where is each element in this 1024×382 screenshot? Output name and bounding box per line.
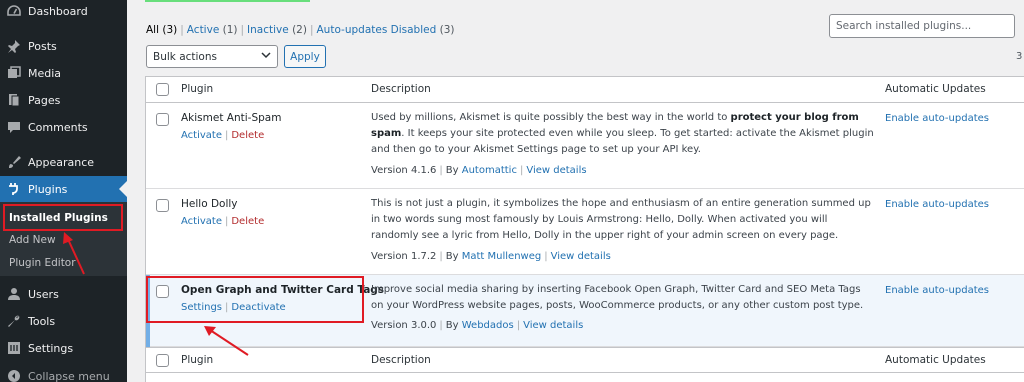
collapse-icon [6, 368, 22, 382]
annotation-box-installed-plugins [3, 204, 123, 231]
activate-link[interactable]: Activate [181, 130, 222, 141]
view-details-link[interactable]: View details [523, 320, 583, 331]
column-description: Description [371, 83, 431, 95]
menu-label: Pages [28, 93, 61, 107]
wrench-icon [6, 313, 22, 329]
menu-label: Settings [28, 341, 74, 355]
plugin-actions: Activate | Delete [181, 130, 265, 141]
items-count: 3 [1016, 51, 1023, 62]
table-row: Akismet Anti-Spam Activate | Delete Used b… [146, 103, 1024, 189]
submenu-plugin-editor[interactable]: Plugin Editor [9, 257, 76, 269]
column-plugin: Plugin [181, 83, 214, 95]
plugin-version: Version 4.1.6 | By Automattic | View details [371, 165, 587, 176]
pin-icon [6, 38, 22, 54]
menu-media[interactable]: Media [0, 60, 127, 86]
chevron-down-icon [261, 50, 271, 63]
annotation-box-plugin-settings [146, 276, 364, 323]
delete-link[interactable]: Delete [231, 130, 264, 141]
menu-users[interactable]: Users [0, 281, 127, 307]
view-details-link[interactable]: View details [526, 165, 586, 176]
author-link[interactable]: Matt Mullenweg [462, 251, 541, 262]
notice-border [145, 0, 310, 2]
menu-pages[interactable]: Pages [0, 87, 127, 113]
menu-label: Appearance [28, 155, 95, 169]
plugins-table: Plugin Description Automatic Updates Aki… [145, 76, 1024, 382]
media-icon [6, 65, 22, 81]
menu-label: Plugins [28, 182, 68, 196]
enable-auto-updates-link[interactable]: Enable auto-updates [885, 285, 989, 296]
submenu-add-new[interactable]: Add New [9, 234, 56, 246]
menu-label: Dashboard [28, 4, 88, 18]
menu-label: Media [28, 66, 62, 80]
enable-auto-updates-link[interactable]: Enable auto-updates [885, 199, 989, 210]
menu-label: Users [28, 287, 59, 301]
menu-appearance[interactable]: Appearance [0, 149, 127, 175]
menu-label: Posts [28, 39, 57, 53]
plugin-actions: Activate | Delete [181, 216, 265, 227]
delete-link[interactable]: Delete [231, 216, 264, 227]
menu-label: Tools [28, 314, 56, 328]
filter-auto-updates-disabled[interactable]: Auto-updates Disabled (3) [316, 24, 454, 36]
dashboard-icon [6, 3, 22, 19]
plugin-name: Hello Dolly [181, 198, 238, 210]
admin-sidebar: Dashboard Posts Media Pages Comments App… [0, 0, 127, 382]
menu-posts[interactable]: Posts [0, 33, 127, 59]
table-footer: Plugin Description Automatic Updates [146, 347, 1024, 373]
filter-inactive[interactable]: Inactive (2) [247, 24, 307, 36]
plugin-version: Version 3.0.0 | By Webdados | View details [371, 320, 584, 331]
filter-all[interactable]: All (3) [146, 24, 177, 36]
menu-collapse[interactable]: Collapse menu [0, 363, 127, 382]
column-auto-updates: Automatic Updates [885, 83, 986, 95]
user-icon [6, 286, 22, 302]
plugin-description: This is not just a plugin, it symbolizes… [371, 198, 871, 241]
plugin-description: Used by millions, Akismet is quite possi… [371, 112, 874, 155]
column-auto-updates: Automatic Updates [885, 354, 986, 366]
filter-active[interactable]: Active (1) [187, 24, 238, 36]
row-checkbox[interactable] [156, 113, 169, 126]
plugin-version: Version 1.7.2 | By Matt Mullenweg | View det… [371, 251, 611, 262]
select-all-checkbox[interactable] [156, 83, 169, 96]
view-details-link[interactable]: View details [551, 251, 611, 262]
comment-icon [6, 119, 22, 135]
menu-label: Collapse menu [28, 369, 110, 382]
menu-label: Comments [28, 120, 88, 134]
column-plugin: Plugin [181, 354, 214, 366]
brush-icon [6, 154, 22, 170]
menu-dashboard[interactable]: Dashboard [0, 0, 127, 24]
plugin-name: Akismet Anti-Spam [181, 112, 282, 124]
row-checkbox[interactable] [156, 199, 169, 212]
author-link[interactable]: Webdados [462, 320, 514, 331]
bulk-actions-select[interactable]: Bulk actions [146, 45, 278, 68]
menu-tools[interactable]: Tools [0, 308, 127, 334]
table-header: Plugin Description Automatic Updates [146, 77, 1024, 103]
pages-icon [6, 92, 22, 108]
author-link[interactable]: Automattic [462, 165, 517, 176]
column-description: Description [371, 354, 431, 366]
enable-auto-updates-link[interactable]: Enable auto-updates [885, 113, 989, 124]
select-all-checkbox[interactable] [156, 354, 169, 367]
menu-plugins[interactable]: Plugins [0, 176, 127, 202]
search-input[interactable]: Search installed plugins... [829, 14, 1015, 38]
settings-icon [6, 340, 22, 356]
table-row: Hello Dolly Activate | Delete This is not … [146, 189, 1024, 275]
plugin-filters: All (3) | Active (1) | Inactive (2) | Auto-upd… [146, 24, 455, 36]
activate-link[interactable]: Activate [181, 216, 222, 227]
plugin-description: Improve social media sharing by insertin… [371, 284, 864, 311]
plug-icon [6, 181, 22, 197]
menu-settings[interactable]: Settings [0, 335, 127, 361]
menu-comments[interactable]: Comments [0, 114, 127, 140]
apply-button[interactable]: Apply [284, 45, 326, 68]
active-indicator [119, 181, 127, 197]
